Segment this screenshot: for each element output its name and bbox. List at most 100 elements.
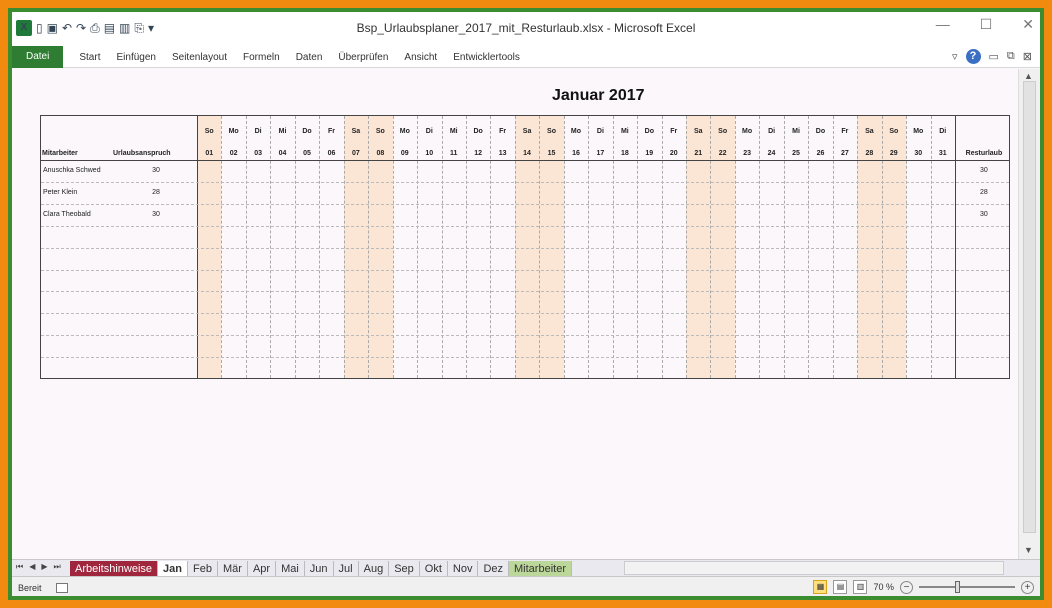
employee-entitlement: 28 [152, 188, 160, 196]
zoom-in-icon[interactable]: + [1021, 580, 1034, 594]
scroll-up-icon[interactable]: ▲ [1024, 71, 1033, 81]
zoom-level[interactable]: 70 % [873, 582, 894, 592]
scroll-down-icon[interactable]: ▼ [1024, 545, 1033, 555]
weekday-header: Di [768, 128, 776, 135]
weekday-header: Di [425, 128, 433, 135]
tab-einfügen[interactable]: Einfügen [116, 52, 155, 63]
sheet-tab-okt[interactable]: Okt [420, 560, 448, 577]
weekday-header: Fr [670, 128, 678, 135]
grid-line [41, 160, 1009, 161]
tab-start[interactable]: Start [79, 52, 100, 63]
page-layout-view-icon[interactable]: ▤ [833, 580, 848, 594]
zoom-slider-knob[interactable] [955, 581, 960, 593]
day-header: 03 [254, 150, 262, 157]
close-icon[interactable]: ✕ [1022, 16, 1034, 33]
worksheet-area[interactable]: Januar 2017 Mitarbeiter Urlaubsanspruch Re… [12, 69, 1018, 559]
normal-view-icon[interactable]: ▦ [813, 580, 828, 594]
sheet-tab-arbeitshinweise[interactable]: Arbeitshinweise [70, 560, 159, 577]
minimize-ribbon-icon[interactable]: ▿ [952, 50, 958, 63]
weekday-header: Sa [693, 128, 703, 135]
prev-sheet-icon[interactable]: ◀ [29, 562, 35, 572]
weekday-header: Mi [792, 128, 800, 135]
weekday-header: Fr [841, 128, 849, 135]
sheet-tab-dez[interactable]: Dez [478, 560, 510, 577]
grid-line [41, 357, 1009, 359]
day-header: 17 [596, 150, 605, 157]
grid-line [41, 313, 1009, 315]
sheet-tab-mitarbeiter[interactable]: Mitarbeiter [509, 560, 572, 577]
sheet-title: Januar 2017 [552, 87, 645, 104]
weekday-header: So [547, 128, 556, 135]
employee-name: Clara Theobald [43, 210, 91, 218]
status-bar: Bereit ▦ ▤ ▥ 70 % − + [12, 576, 1040, 596]
day-header: 07 [352, 150, 360, 157]
sheet-tab-nov[interactable]: Nov [448, 560, 479, 577]
zoom-out-icon[interactable]: − [900, 580, 913, 594]
restore-workbook-icon[interactable]: ▭ [989, 50, 999, 63]
zoom-slider[interactable] [919, 581, 1015, 593]
day-header: 18 [620, 150, 629, 157]
vacation-calendar-table[interactable]: Mitarbeiter Urlaubsanspruch Resturlaub So Mo… [40, 115, 1010, 379]
day-header: 23 [743, 150, 751, 157]
sheet-tab-feb[interactable]: Feb [188, 560, 218, 577]
next-sheet-icon[interactable]: ▶ [41, 562, 47, 572]
day-header: 30 [914, 150, 923, 157]
day-header: 02 [229, 150, 238, 157]
weekday-header: Mo [913, 128, 924, 135]
minimize-icon[interactable]: — [936, 16, 950, 33]
maximize-icon[interactable]: ☐ [980, 16, 993, 33]
employee-remaining: 28 [980, 188, 988, 196]
sheet-tab-mär[interactable]: Mär [218, 560, 248, 577]
sheet-tab-sep[interactable]: Sep [389, 560, 420, 577]
vertical-scrollbar[interactable]: ▲ ▼ [1018, 69, 1040, 559]
sheet-tab-jul[interactable]: Jul [334, 560, 359, 577]
vertical-scroll-thumb[interactable] [1023, 81, 1036, 533]
help-icon[interactable]: ? [965, 49, 981, 64]
day-header: 12 [474, 150, 483, 157]
excel-window: X ▯ ▣ ↶ ↷ ⎙ ▤ ▥ ⎘ ▾ Bsp_Urlaubsplaner_20… [8, 8, 1044, 600]
tab-ansicht[interactable]: Ansicht [404, 52, 437, 63]
weekday-header: Do [473, 128, 483, 135]
day-header: 24 [767, 150, 776, 157]
weekday-header: Do [815, 128, 826, 135]
window-title: Bsp_Urlaubsplaner_2017_mit_Resturlaub.xl… [356, 21, 696, 35]
weekday-header: Di [596, 128, 604, 135]
close-workbook-icon[interactable]: ⊠ [1023, 50, 1032, 63]
horizontal-scrollbar[interactable] [624, 561, 1004, 575]
workbook-window-icon[interactable]: ⧉ [1007, 50, 1015, 63]
day-header: 21 [694, 150, 703, 157]
macro-record-icon[interactable] [55, 583, 68, 593]
weekday-header: Mo [570, 128, 582, 135]
day-header: 27 [841, 150, 849, 157]
sheet-tab-apr[interactable]: Apr [248, 560, 277, 577]
tab-datei[interactable]: Datei [12, 46, 64, 68]
last-sheet-icon[interactable]: ⏭ [54, 562, 61, 572]
day-header: 08 [376, 150, 385, 157]
tab-entwicklertools[interactable]: Entwicklertools [453, 52, 520, 63]
grid-line [41, 225, 1009, 227]
sheet-tab-jan[interactable]: Jan [158, 560, 189, 577]
header-remaining: Resturlaub [965, 150, 1003, 157]
employee-remaining: 30 [980, 167, 988, 174]
weekday-header: So [889, 128, 899, 135]
sheet-tab-jun[interactable]: Jun [305, 560, 334, 577]
tab-überprüfen[interactable]: Überprüfen [338, 52, 388, 63]
day-header: 20 [669, 150, 678, 157]
day-header: 14 [523, 150, 531, 157]
first-sheet-icon[interactable]: ⏮ [16, 562, 23, 572]
sheet-tabs: Arbeitshinweise Jan Feb Mär Apr Mai Jun Jul Aug S… [70, 560, 572, 577]
tab-daten[interactable]: Daten [296, 52, 323, 63]
day-header: 22 [718, 150, 727, 157]
grid-line [41, 181, 1009, 183]
tab-seitenlayout[interactable]: Seitenlayout [172, 52, 227, 63]
day-header: 26 [816, 150, 825, 157]
tab-formeln[interactable]: Formeln [243, 52, 280, 63]
employee-name: Anuschka Schwed [43, 167, 101, 174]
status-ready: Bereit [18, 583, 42, 593]
page-break-view-icon[interactable]: ▥ [853, 580, 868, 594]
weekday-header: Mo [742, 128, 753, 135]
weekday-header: Mo [399, 128, 410, 135]
weekday-header: Fr [327, 128, 335, 135]
sheet-tab-mai[interactable]: Mai [276, 560, 305, 577]
sheet-tab-aug[interactable]: Aug [359, 560, 390, 577]
